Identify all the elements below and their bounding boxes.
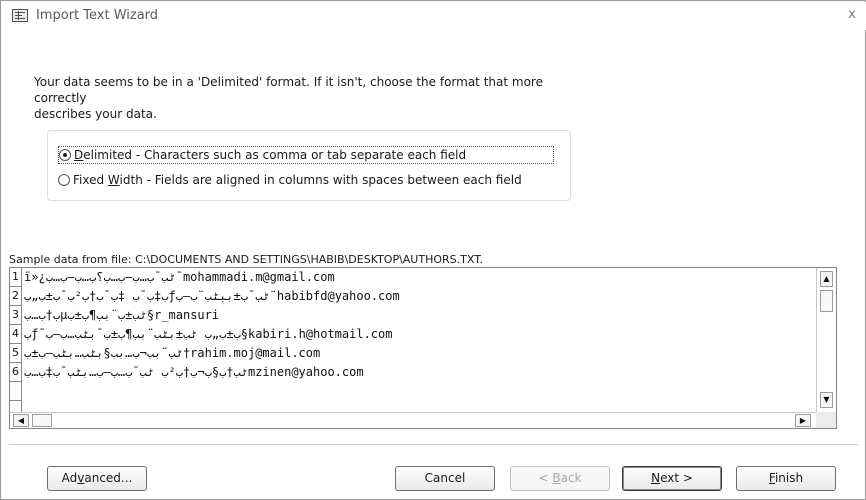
fixed-width-option[interactable]: Fixed Width - Fields are aligned in colu… xyxy=(58,171,522,189)
row-number: 3 xyxy=(10,306,22,325)
sample-data-lines: 1 ï»¿ٹب¯ب…ب–ب…ب؟ب…ب–ب…ب¯mohammadi.m@gmai… xyxy=(10,268,816,412)
back-label-post: ack xyxy=(560,471,582,485)
vertical-scrollbar[interactable]: ▲ ▼ xyxy=(816,268,836,412)
sample-data-preview[interactable]: 1 ï»¿ٹب¯ب…ب–ب…ب؟ب…ب–ب…ب¯mohammadi.m@gmai… xyxy=(9,267,837,429)
fixed-width-access-key: W xyxy=(107,173,120,187)
next-access-key: N xyxy=(651,471,661,485)
intro-line-1: Your data seems to be in a 'Delimited' f… xyxy=(34,75,543,105)
scroll-up-icon[interactable]: ▲ xyxy=(820,271,833,287)
vertical-scroll-thumb[interactable] xyxy=(820,290,833,312)
intro-text: Your data seems to be in a 'Delimited' f… xyxy=(34,74,594,122)
sample-row: 4 بƒ¯ب±ب„ب ٹب±بٹب¨بب¶ب±ب¯بٹب…ب–ب§kabiri.… xyxy=(10,325,816,344)
empty-row-gutter xyxy=(10,382,22,401)
row-text: ٹب†ب§ب¬ب†ب²ب ٹب¯ب…ب–ب…بٹب¯ب‡ب…بmzinen@ya… xyxy=(24,365,364,379)
row-text: ï»¿ٹب¯ب…ب–ب…ب؟ب…ب–ب…ب¯mohammadi.m@gmail.… xyxy=(24,270,335,284)
next-label-post: ext > xyxy=(660,471,693,485)
advanced-label-post: anced... xyxy=(84,471,133,485)
row-text: ب†ب…بµٹب±ب¨بب¶ب±ب§r_mansuri xyxy=(24,308,220,322)
title-bar[interactable]: Import Text Wizard x xyxy=(2,2,866,30)
row-text: ٹب¨ب­ب¬ب…بب§بٹب…بٹب–ب±ب†rahim.moj@mail.c… xyxy=(24,346,321,360)
sample-data-label: Sample data from file: C:\DOCUMENTS AND … xyxy=(9,253,484,266)
button-divider xyxy=(9,444,859,445)
delimited-radio[interactable] xyxy=(59,149,71,161)
horizontal-scrollbar[interactable]: ◀ ▶ xyxy=(10,412,816,428)
row-number: 2 xyxy=(10,287,22,306)
delimited-option[interactable]: Delimited - Characters such as comma or … xyxy=(58,146,554,164)
advanced-button[interactable]: Advanced... xyxy=(47,466,147,491)
row-text: ب‡ب¯ب ‡ب¯ب†ب²ب¯ب±ب„بƒٹب¯ب±ببٹب¨ب–ب¨habib… xyxy=(24,289,400,303)
fixed-width-radio[interactable] xyxy=(58,174,70,186)
advanced-label-pre: Ad xyxy=(61,471,78,485)
window-title: Import Text Wizard xyxy=(36,8,159,23)
back-access-key: B xyxy=(552,471,561,485)
sample-row: 3 ب†ب…بµٹب±ب¨بب¶ب±ب§r_mansuri xyxy=(10,306,816,325)
row-number: 1 xyxy=(10,268,22,287)
format-option-group: Delimited - Characters such as comma or … xyxy=(47,130,571,201)
scrollbar-corner xyxy=(816,412,836,428)
horizontal-scroll-thumb[interactable] xyxy=(32,414,52,427)
empty-row-gutter xyxy=(10,401,22,412)
fixed-width-label-rest: idth - Fields are aligned in columns wit… xyxy=(119,173,522,187)
finish-button[interactable]: Finish xyxy=(736,466,836,491)
fixed-width-label-prefix: Fixed xyxy=(73,173,108,187)
fixed-width-label: Fixed Width - Fields are aligned in colu… xyxy=(73,173,522,187)
import-text-wizard-dialog: Import Text Wizard x Your data seems to … xyxy=(0,0,866,500)
row-number: 4 xyxy=(10,325,22,344)
cancel-button[interactable]: Cancel xyxy=(395,466,495,491)
next-button[interactable]: Next > xyxy=(622,466,722,491)
close-button[interactable]: x xyxy=(842,6,862,24)
sample-row: 2 ب‡ب¯ب ‡ب¯ب†ب²ب¯ب±ب„بƒٹب¯ب±ببٹب¨ب–ب¨hab… xyxy=(10,287,816,306)
sample-row: 1 ï»¿ٹب¯ب…ب–ب…ب؟ب…ب–ب…ب¯mohammadi.m@gmai… xyxy=(10,268,816,287)
delimited-label-rest: elimited - Characters such as comma or t… xyxy=(83,148,467,162)
back-label-pre: < xyxy=(538,471,553,485)
wizard-window-icon xyxy=(12,9,28,22)
scroll-right-icon[interactable]: ▶ xyxy=(795,414,811,427)
intro-line-2: describes your data. xyxy=(34,107,157,121)
row-number: 6 xyxy=(10,363,22,382)
row-text: بƒ¯ب±ب„ب ٹب±بٹب¨بب¶ب±ب¯بٹب…ب–ب§kabiri.h@… xyxy=(24,327,393,341)
delimited-access-key: D xyxy=(74,148,84,162)
scroll-down-icon[interactable]: ▼ xyxy=(820,392,833,408)
scroll-left-icon[interactable]: ◀ xyxy=(13,414,29,427)
sample-row: 5 ٹب¨ب­ب¬ب…بب§بٹب…بٹب–ب±ب†rahim.moj@mail… xyxy=(10,344,816,363)
finish-label-post: inish xyxy=(774,471,804,485)
delimited-label: Delimited - Characters such as comma or … xyxy=(74,148,466,162)
back-button[interactable]: < Back xyxy=(510,466,610,491)
sample-row: 6 ٹب†ب§ب¬ب†ب²ب ٹب¯ب…ب–ب…بٹب¯ب‡ب…بmzinen@… xyxy=(10,363,816,382)
row-number: 5 xyxy=(10,344,22,363)
